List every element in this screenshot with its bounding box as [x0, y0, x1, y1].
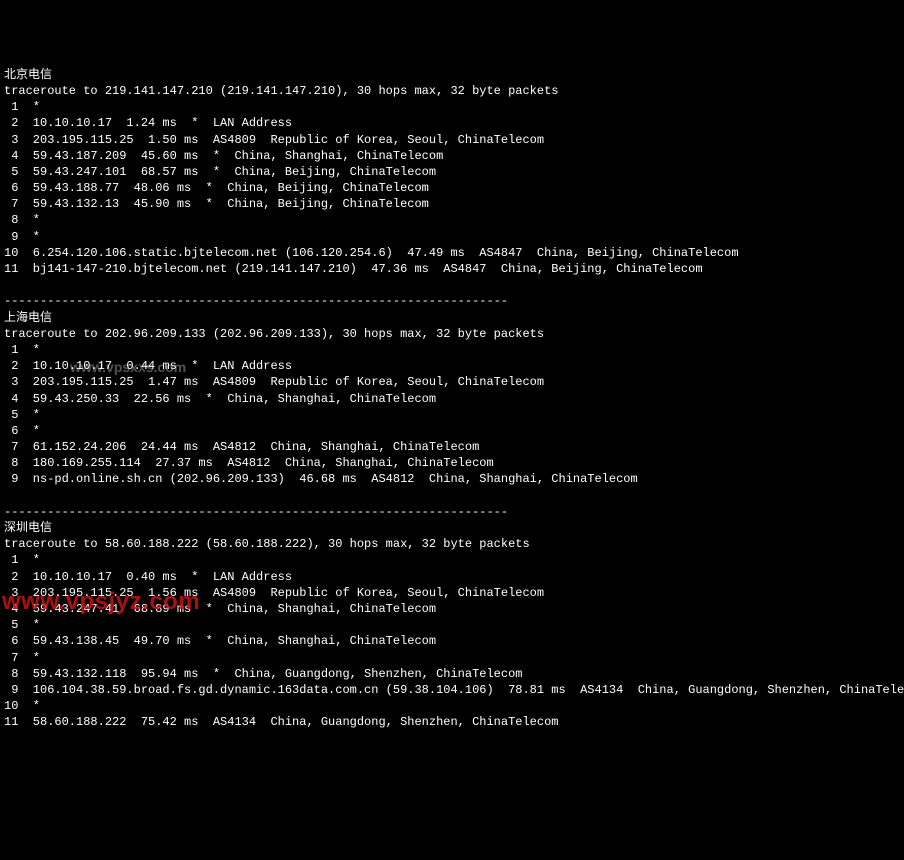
traceroute-hop: 6 59.43.138.45 49.70 ms * China, Shangha… — [4, 633, 900, 649]
traceroute-hop: 2 10.10.10.17 1.24 ms * LAN Address — [4, 115, 900, 131]
traceroute-header: traceroute to 202.96.209.133 (202.96.209… — [4, 326, 900, 342]
section-title: 上海电信 — [4, 310, 900, 326]
traceroute-hop: 5 59.43.247.101 68.57 ms * China, Beijin… — [4, 164, 900, 180]
traceroute-hop: 9 * — [4, 229, 900, 245]
traceroute-hop: 4 59.43.250.33 22.56 ms * China, Shangha… — [4, 391, 900, 407]
traceroute-hop: 7 59.43.132.13 45.90 ms * China, Beijing… — [4, 196, 900, 212]
separator: ----------------------------------------… — [4, 504, 900, 520]
traceroute-hop: 6 * — [4, 423, 900, 439]
separator: ----------------------------------------… — [4, 293, 900, 309]
section-title: 深圳电信 — [4, 520, 900, 536]
traceroute-hop: 5 * — [4, 617, 900, 633]
traceroute-hop: 8 180.169.255.114 27.37 ms AS4812 China,… — [4, 455, 900, 471]
traceroute-hop: 10 6.254.120.106.static.bjtelecom.net (1… — [4, 245, 900, 261]
traceroute-hop: 6 59.43.188.77 48.06 ms * China, Beijing… — [4, 180, 900, 196]
traceroute-hop: 2 10.10.10.17 0.40 ms * LAN Address — [4, 569, 900, 585]
traceroute-hop: 9 106.104.38.59.broad.fs.gd.dynamic.163d… — [4, 682, 900, 698]
traceroute-hop: 3 203.195.115.25 1.56 ms AS4809 Republic… — [4, 585, 900, 601]
terminal-output: 北京电信traceroute to 219.141.147.210 (219.1… — [4, 67, 900, 731]
traceroute-header: traceroute to 58.60.188.222 (58.60.188.2… — [4, 536, 900, 552]
traceroute-hop: 11 58.60.188.222 75.42 ms AS4134 China, … — [4, 714, 900, 730]
traceroute-hop: 9 ns-pd.online.sh.cn (202.96.209.133) 46… — [4, 471, 900, 487]
traceroute-hop: 4 59.43.247.41 68.89 ms * China, Shangha… — [4, 601, 900, 617]
traceroute-hop: 7 * — [4, 650, 900, 666]
traceroute-hop: 2 10.10.10.17 0.44 ms * LAN Address — [4, 358, 900, 374]
traceroute-hop: 8 * — [4, 212, 900, 228]
traceroute-hop: 4 59.43.187.209 45.60 ms * China, Shangh… — [4, 148, 900, 164]
blank-line — [4, 488, 900, 504]
traceroute-hop: 1 * — [4, 552, 900, 568]
traceroute-header: traceroute to 219.141.147.210 (219.141.1… — [4, 83, 900, 99]
traceroute-hop: 1 * — [4, 99, 900, 115]
traceroute-hop: 7 61.152.24.206 24.44 ms AS4812 China, S… — [4, 439, 900, 455]
traceroute-hop: 5 * — [4, 407, 900, 423]
blank-line — [4, 277, 900, 293]
section-title: 北京电信 — [4, 67, 900, 83]
traceroute-hop: 3 203.195.115.25 1.47 ms AS4809 Republic… — [4, 374, 900, 390]
traceroute-hop: 8 59.43.132.118 95.94 ms * China, Guangd… — [4, 666, 900, 682]
traceroute-hop: 10 * — [4, 698, 900, 714]
traceroute-hop: 3 203.195.115.25 1.50 ms AS4809 Republic… — [4, 132, 900, 148]
traceroute-hop: 1 * — [4, 342, 900, 358]
traceroute-hop: 11 bj141-147-210.bjtelecom.net (219.141.… — [4, 261, 900, 277]
